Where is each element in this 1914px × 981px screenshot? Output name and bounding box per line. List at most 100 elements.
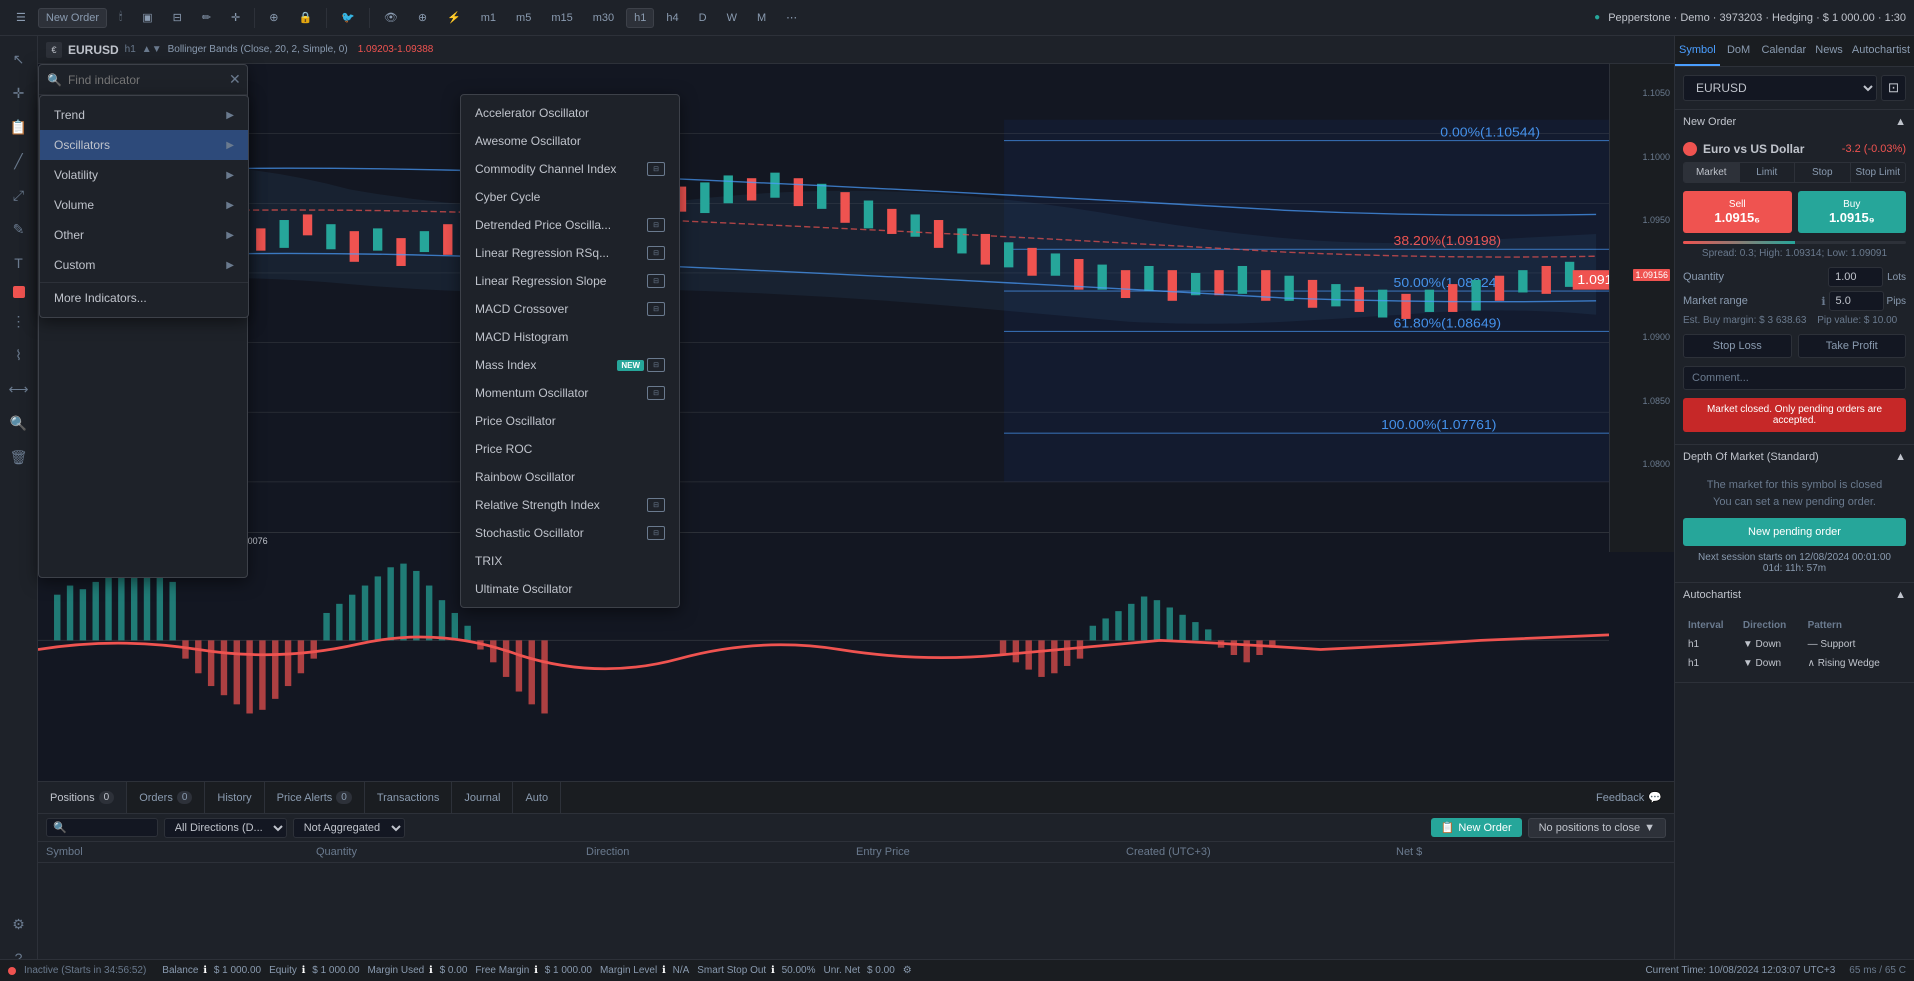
tab-transactions[interactable]: Transactions: [365, 782, 453, 813]
chart-type-bar-btn[interactable]: ▣: [134, 7, 160, 28]
indicator-price-roc[interactable]: Price ROC: [461, 435, 679, 463]
new-order-header[interactable]: New Order ▲: [1675, 110, 1914, 134]
sidebar-measure-icon[interactable]: ⟷: [4, 374, 34, 404]
category-trend[interactable]: Trend ▶: [40, 100, 248, 130]
info-icon[interactable]: ℹ: [1821, 295, 1825, 308]
indicator-stochastic-oscillator[interactable]: Stochastic Oscillator ⊟: [461, 519, 679, 547]
all-directions-select[interactable]: All Directions (D...: [164, 818, 287, 838]
margin-used-info-icon[interactable]: ℹ: [429, 965, 433, 976]
indicator-macd-crossover[interactable]: MACD Crossover ⊟: [461, 295, 679, 323]
category-custom[interactable]: Custom ▶: [40, 250, 248, 280]
indicator-trix[interactable]: TRIX: [461, 547, 679, 575]
right-tab-symbol[interactable]: Symbol: [1675, 36, 1720, 66]
time-m-btn[interactable]: M: [749, 8, 774, 28]
layers-btn[interactable]: ⊕: [410, 7, 435, 28]
hamburger-menu-btn[interactable]: ☰: [8, 7, 34, 28]
tab-history[interactable]: History: [205, 782, 264, 813]
indicator-ultimate-oscillator[interactable]: Ultimate Oscillator: [461, 575, 679, 603]
crosshair-btn[interactable]: ✛: [223, 7, 248, 28]
free-margin-info-icon[interactable]: ℹ: [534, 965, 538, 976]
right-tab-autochartist[interactable]: Autochartist: [1848, 36, 1914, 66]
take-profit-btn[interactable]: Take Profit: [1798, 334, 1907, 358]
chart-type-line-btn[interactable]: ⊟: [165, 7, 190, 28]
sidebar-expand-icon[interactable]: ⤢: [4, 180, 34, 210]
indicator-rainbow-oscillator[interactable]: Rainbow Oscillator: [461, 463, 679, 491]
time-d-btn[interactable]: D: [691, 8, 715, 28]
indicator-linear-regression-rsq[interactable]: Linear Regression RSq... ⊟: [461, 239, 679, 267]
sidebar-color-icon[interactable]: [13, 286, 25, 298]
sidebar-crosshair-icon[interactable]: ✛: [4, 78, 34, 108]
indicator-btn[interactable]: ⚡: [439, 7, 469, 28]
indicator-momentum-oscillator[interactable]: Momentum Oscillator ⊟: [461, 379, 679, 407]
symbol-expand-btn[interactable]: ⊡: [1881, 75, 1906, 101]
time-w-btn[interactable]: W: [719, 8, 745, 28]
feedback-btn[interactable]: Feedback 💬: [1596, 791, 1674, 804]
indicator-macd-histogram[interactable]: MACD Histogram: [461, 323, 679, 351]
aggregation-select[interactable]: Not Aggregated: [293, 818, 405, 838]
draw-tool-btn[interactable]: ✏: [194, 7, 219, 28]
category-oscillators[interactable]: Oscillators ▶: [40, 130, 248, 160]
time-h4-btn[interactable]: h4: [658, 8, 686, 28]
settings-gear-icon[interactable]: ⚙: [903, 965, 912, 976]
category-volatility[interactable]: Volatility ▶: [40, 160, 248, 190]
smart-stop-info-icon[interactable]: ℹ: [771, 965, 775, 976]
market-range-input[interactable]: [1829, 291, 1884, 311]
indicator-commodity-channel-index[interactable]: Commodity Channel Index ⊟: [461, 155, 679, 183]
time-m30-btn[interactable]: m30: [585, 8, 622, 28]
category-volume[interactable]: Volume ▶: [40, 190, 248, 220]
time-h1-btn[interactable]: h1: [626, 8, 654, 28]
right-tab-calendar[interactable]: Calendar: [1757, 36, 1810, 66]
balance-info-icon[interactable]: ℹ: [203, 965, 207, 976]
order-type-stop[interactable]: Stop: [1795, 163, 1851, 182]
chart-type-candle-btn[interactable]: 🕯: [111, 7, 130, 28]
new-pending-order-btn[interactable]: New pending order: [1683, 518, 1906, 546]
sidebar-pattern-icon[interactable]: ⌇: [4, 340, 34, 370]
indicator-accelerator-oscillator[interactable]: Accelerator Oscillator: [461, 99, 679, 127]
more-timeframes-btn[interactable]: ⋯: [778, 7, 805, 28]
buy-button[interactable]: Buy 1.0915₉: [1798, 191, 1907, 233]
right-tab-news[interactable]: News: [1810, 36, 1848, 66]
time-m15-btn[interactable]: m15: [543, 8, 580, 28]
sidebar-settings-icon[interactable]: ⚙: [4, 909, 34, 939]
find-indicator-input[interactable]: [68, 73, 223, 87]
symbol-dropdown[interactable]: EURUSD: [1683, 75, 1877, 101]
category-other[interactable]: Other ▶: [40, 220, 248, 250]
comment-field[interactable]: Comment...: [1683, 366, 1906, 390]
order-type-market[interactable]: Market: [1684, 163, 1740, 182]
indicator-linear-regression-slope[interactable]: Linear Regression Slope ⊟: [461, 267, 679, 295]
tab-orders[interactable]: Orders 0: [127, 782, 205, 813]
bottom-search-input[interactable]: [71, 822, 151, 834]
tab-journal[interactable]: Journal: [452, 782, 513, 813]
new-order-bottom-btn[interactable]: 📋 New Order: [1431, 818, 1522, 837]
right-tab-dom[interactable]: DoM: [1720, 36, 1758, 66]
indicator-mass-index[interactable]: Mass Index NEW ⊟: [461, 351, 679, 379]
order-type-stop-limit[interactable]: Stop Limit: [1851, 163, 1906, 182]
sidebar-zoom-icon[interactable]: 🔍: [4, 408, 34, 438]
autochartist-header[interactable]: Autochartist ▲: [1675, 583, 1914, 607]
more-indicators-btn[interactable]: More Indicators...: [40, 282, 248, 313]
indicator-cyber-cycle[interactable]: Cyber Cycle: [461, 183, 679, 211]
sidebar-draw-icon[interactable]: 📋: [4, 112, 34, 142]
sidebar-pencil-icon[interactable]: ✎: [4, 214, 34, 244]
sidebar-cursor-icon[interactable]: ↖: [4, 44, 34, 74]
equity-info-icon[interactable]: ℹ: [302, 965, 306, 976]
dom-header[interactable]: Depth Of Market (Standard) ▲: [1675, 445, 1914, 469]
tab-price-alerts[interactable]: Price Alerts 0: [265, 782, 365, 813]
indicator-detrended-price-oscillator[interactable]: Detrended Price Oscilla... ⊟: [461, 211, 679, 239]
indicator-awesome-oscillator[interactable]: Awesome Oscillator: [461, 127, 679, 155]
sell-button[interactable]: Sell 1.0915₆: [1683, 191, 1792, 233]
order-type-limit[interactable]: Limit: [1740, 163, 1796, 182]
tab-positions[interactable]: Positions 0: [38, 782, 127, 813]
sidebar-line-icon[interactable]: ╱: [4, 146, 34, 176]
magnet-btn[interactable]: ⊕: [261, 7, 286, 28]
sidebar-delete-icon[interactable]: 🗑: [4, 442, 34, 472]
tab-auto[interactable]: Auto: [513, 782, 561, 813]
lock-btn[interactable]: 🔒: [290, 7, 320, 28]
indicator-price-oscillator[interactable]: Price Oscillator: [461, 407, 679, 435]
margin-level-info-icon[interactable]: ℹ: [662, 965, 666, 976]
time-m5-btn[interactable]: m5: [508, 8, 539, 28]
no-positions-close-btn[interactable]: No positions to close ▼: [1528, 818, 1666, 838]
twitter-btn[interactable]: 🐦: [333, 7, 363, 28]
indicator-relative-strength-index[interactable]: Relative Strength Index ⊟: [461, 491, 679, 519]
eye-btn[interactable]: 👁: [376, 7, 406, 28]
